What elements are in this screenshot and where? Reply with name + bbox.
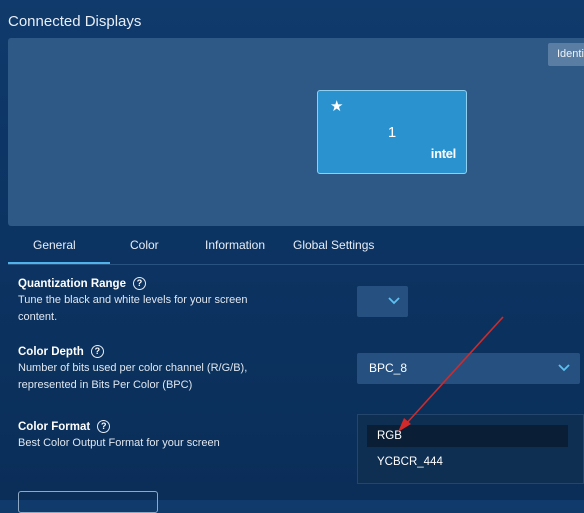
help-icon[interactable]: ?: [90, 345, 104, 358]
color-format-label: Color Format: [18, 421, 91, 433]
color-format-title: Color Format?: [18, 420, 111, 433]
star-icon: ★: [330, 98, 344, 115]
page-title: Connected Displays: [8, 13, 142, 30]
intel-logo: intel: [430, 146, 457, 161]
chevron-down-icon: [558, 364, 570, 372]
dropdown-option-rgb[interactable]: RGB: [377, 430, 402, 442]
color-depth-label: Color Depth: [18, 346, 84, 358]
tab-color[interactable]: Color: [130, 238, 159, 252]
help-icon[interactable]: ?: [132, 277, 146, 290]
settings-tabs: General Color Information Global Setting…: [8, 232, 584, 264]
quantization-range-label: Quantization Range: [18, 278, 126, 290]
tab-global-settings[interactable]: Global Settings: [293, 238, 374, 252]
identify-button[interactable]: Identify: [548, 43, 584, 66]
dropdown-option-ycbcr-444[interactable]: YCBCR_444: [377, 456, 443, 468]
display-card-1[interactable]: ★ 1 intel: [317, 90, 467, 174]
quantization-range-description: Tune the black and white levels for your…: [18, 294, 248, 323]
color-format-description: Best Color Output Format for your screen: [18, 437, 220, 449]
color-depth-value: BPC_8: [369, 361, 408, 375]
color-depth-select[interactable]: BPC_8: [357, 353, 580, 384]
chevron-down-icon: [388, 297, 400, 305]
bottom-action-button[interactable]: [18, 491, 158, 513]
color-depth-description: Number of bits used per color channel (R…: [18, 362, 248, 391]
quantization-range-select[interactable]: [357, 286, 408, 317]
display-preview-area: [8, 38, 584, 226]
tab-information[interactable]: Information: [205, 238, 265, 252]
color-depth-title: Color Depth?: [18, 345, 104, 358]
tab-general[interactable]: General: [33, 238, 76, 252]
tabs-divider: [8, 264, 584, 265]
display-number: 1: [387, 124, 397, 141]
quantization-range-title: Quantization Range?: [18, 277, 146, 290]
help-icon[interactable]: ?: [97, 420, 111, 433]
